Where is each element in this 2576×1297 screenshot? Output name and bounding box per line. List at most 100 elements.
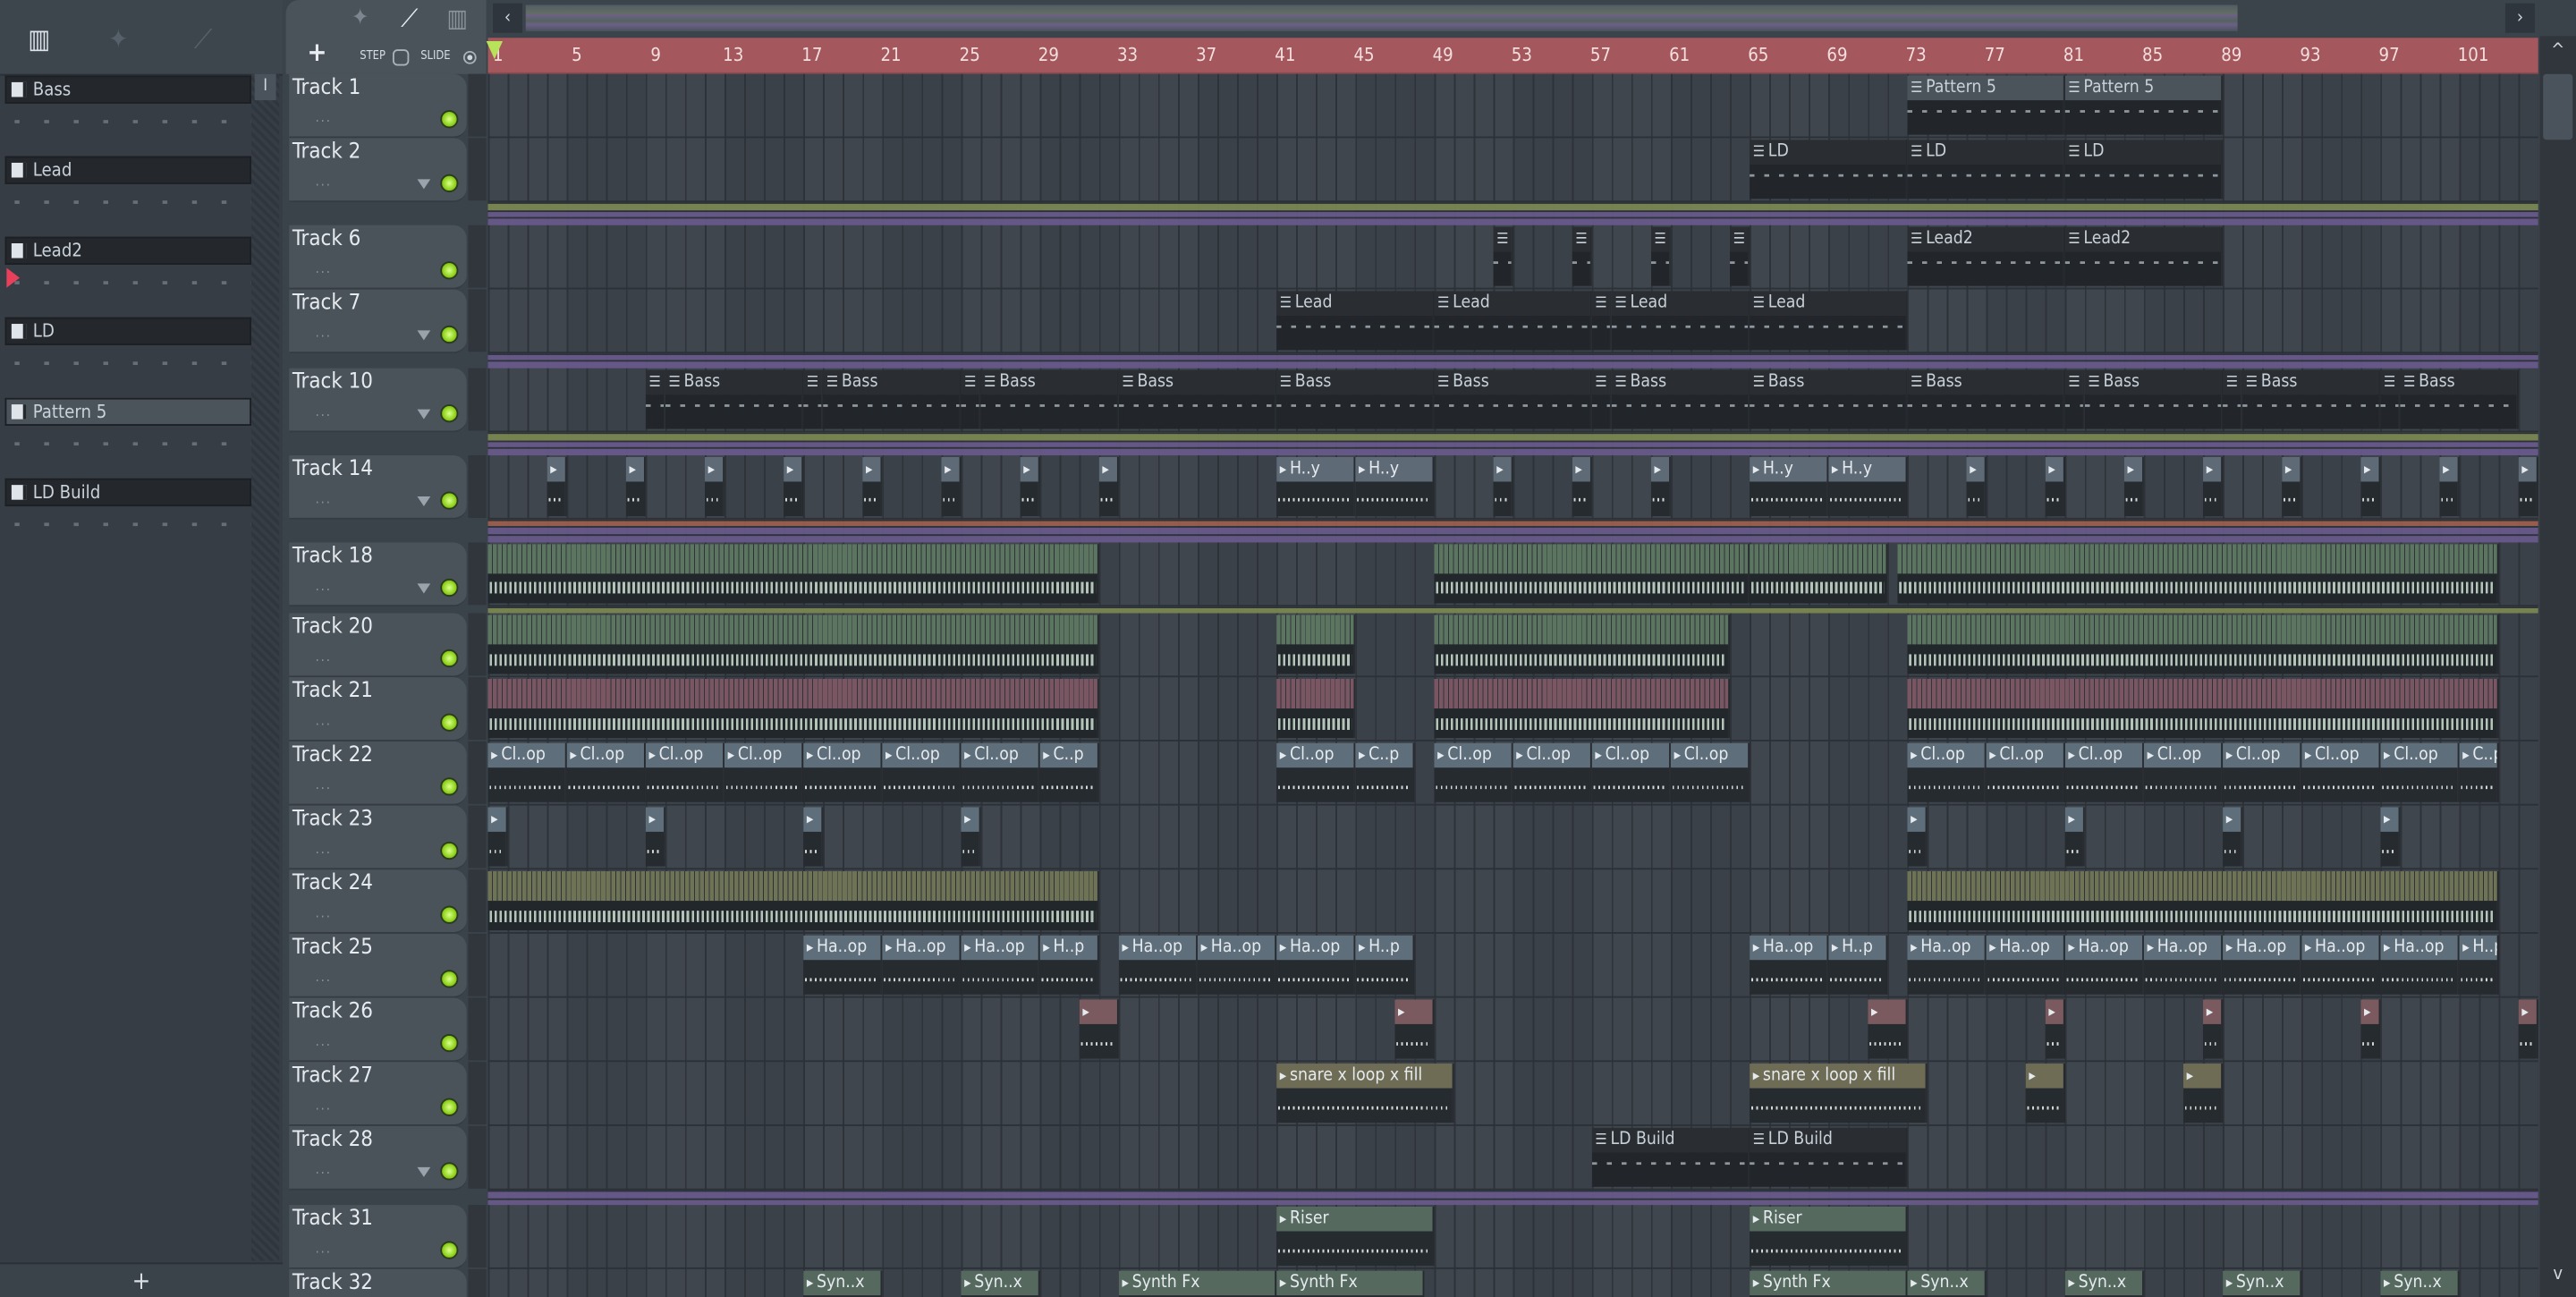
clip[interactable]: ▸ xyxy=(2518,456,2538,516)
clip[interactable]: ☰ Bass xyxy=(823,369,962,429)
track-lane[interactable]: ☰ Pattern 5 ☰ Pattern 5 xyxy=(487,74,2538,139)
collapsed-track-lane[interactable] xyxy=(487,534,2538,542)
collapsed-track-lane[interactable] xyxy=(487,352,2538,361)
dropdown-triangle-icon[interactable] xyxy=(417,1167,431,1178)
track-lane-handle[interactable] xyxy=(468,225,487,288)
clip[interactable] xyxy=(1434,615,1731,674)
collapsed-track-lane[interactable] xyxy=(487,432,2538,440)
track-options-dots[interactable]: ... xyxy=(316,649,332,665)
track-lane-handle[interactable] xyxy=(468,289,487,352)
clip[interactable]: ▸ Syn..x xyxy=(803,1271,883,1297)
clip[interactable]: ☰ xyxy=(1493,226,1513,286)
clip[interactable]: ▸ xyxy=(2380,807,2401,867)
clip[interactable]: ▸ xyxy=(2282,456,2302,516)
clip[interactable]: ▸ Cl..op xyxy=(1434,743,1513,803)
clip[interactable] xyxy=(1897,543,2499,603)
track-lane-handle[interactable] xyxy=(468,73,487,137)
track-lane[interactable]: ▸ Riser ▸ Riser xyxy=(487,1206,2538,1270)
track-enable-led[interactable] xyxy=(440,404,459,423)
clip[interactable] xyxy=(1907,615,2499,674)
clip[interactable]: ☰ Lead2 xyxy=(1907,226,2065,286)
clip[interactable] xyxy=(1907,871,2499,931)
track-lane[interactable]: ☰ Lead ☰ Lead ☰ ☰ Lead ☰ Lead xyxy=(487,289,2538,353)
track-header[interactable]: Track 24... xyxy=(289,869,467,935)
clip[interactable]: ▸ Cl..op xyxy=(1670,743,1750,803)
track-options-dots[interactable]: ... xyxy=(316,778,332,793)
track-name[interactable]: Track 27 xyxy=(292,1064,373,1089)
track-options-dots[interactable]: ... xyxy=(316,491,332,506)
clip[interactable]: ▸ Ha..op xyxy=(803,936,883,996)
clip[interactable]: ▸ snare x loop x fill xyxy=(1750,1064,1928,1123)
clip[interactable]: ▸ H..y xyxy=(1276,456,1356,516)
track-header[interactable]: Track 21... xyxy=(289,677,467,742)
collapsed-track-lane[interactable] xyxy=(487,519,2538,527)
clip[interactable]: ▸ Ha..op xyxy=(1118,936,1198,996)
clip[interactable]: ▸ Ha..op xyxy=(2143,936,2224,996)
clip[interactable]: ▸ H..y xyxy=(1750,456,1829,516)
track-header[interactable]: Track 23... xyxy=(289,805,467,870)
clip[interactable]: ▸ Cl..op xyxy=(1513,743,1592,803)
track-header[interactable]: Track 2... xyxy=(289,138,467,203)
track-header[interactable]: Track 6... xyxy=(289,225,467,290)
track-name[interactable]: Track 26 xyxy=(292,1000,373,1025)
track-options-dots[interactable]: ... xyxy=(316,1242,332,1257)
clip[interactable]: ▸ Cl..op xyxy=(1907,743,1987,803)
track-options-dots[interactable]: ... xyxy=(316,971,332,986)
clip[interactable]: ▸ Syn..x xyxy=(2380,1271,2460,1297)
clip[interactable]: ▸ H..y xyxy=(1355,456,1435,516)
clip[interactable]: ▸ xyxy=(1868,999,1908,1059)
clip[interactable]: ▸ Cl..op xyxy=(1591,743,1671,803)
track-lane[interactable] xyxy=(487,614,2538,678)
clip[interactable]: ☰ Lead xyxy=(1434,290,1592,351)
vertical-scrollbar[interactable] xyxy=(2539,36,2576,1297)
clip[interactable]: ▸C..p xyxy=(1355,743,1415,803)
clip[interactable]: ☰ xyxy=(2380,369,2401,429)
clip[interactable]: ▸ xyxy=(1098,456,1119,516)
clip[interactable]: ☰ xyxy=(961,369,981,429)
track-lane[interactable]: ▸ Syn..x ▸ Syn..x ▸ Synth Fx ▸ Synth Fx ▸ Synth F… xyxy=(487,1269,2538,1297)
clip[interactable]: ☰ Bass xyxy=(1118,369,1277,429)
clip[interactable]: ▸ xyxy=(2203,456,2224,516)
clip[interactable]: ☰ xyxy=(2223,369,2243,429)
clip[interactable]: ☰ xyxy=(2064,369,2085,429)
track-lane-handle[interactable] xyxy=(468,677,487,741)
clip[interactable]: ▸ Ha..op xyxy=(2064,936,2144,996)
clip[interactable] xyxy=(487,543,1099,603)
clip[interactable]: ▸ xyxy=(2064,807,2085,867)
track-name[interactable]: Track 25 xyxy=(292,936,373,961)
track-enable-led[interactable] xyxy=(440,260,459,280)
clip[interactable]: ▸ Cl..op xyxy=(487,743,567,803)
track-header[interactable]: Track 22... xyxy=(289,742,467,806)
collapsed-track-lane[interactable] xyxy=(487,202,2538,210)
track-lane-handle[interactable] xyxy=(468,368,487,431)
clip[interactable]: ☰ Bass xyxy=(1434,369,1592,429)
dropdown-triangle-icon[interactable] xyxy=(417,409,431,420)
dropdown-triangle-icon[interactable] xyxy=(417,179,431,190)
clip[interactable]: ▸ Syn..x xyxy=(1907,1271,1987,1297)
track-lane[interactable] xyxy=(487,542,2538,606)
clip[interactable]: ▸ xyxy=(2045,999,2065,1059)
clip[interactable]: ▸ xyxy=(2182,1064,2224,1123)
track-lane-handle[interactable] xyxy=(468,1269,487,1297)
track-name[interactable]: Track 6 xyxy=(292,226,360,251)
clip[interactable]: ☰ Lead xyxy=(1611,290,1750,351)
clip[interactable]: ▸ Riser xyxy=(1276,1207,1435,1267)
clip[interactable]: ▸ Synth Fx xyxy=(1118,1271,1277,1297)
clip[interactable]: ▸C..p xyxy=(2459,743,2499,803)
clip[interactable]: ▸ Ha..op xyxy=(2301,936,2381,996)
clip[interactable]: ▸ Cl..op xyxy=(2223,743,2302,803)
track-enable-led[interactable] xyxy=(440,649,459,668)
clip[interactable]: ▸ xyxy=(941,456,962,516)
clip[interactable] xyxy=(487,679,1099,739)
track-name[interactable]: Track 21 xyxy=(292,679,373,704)
clip[interactable]: ▸H..p xyxy=(2459,936,2499,996)
track-options-dots[interactable]: ... xyxy=(316,174,332,190)
clip[interactable]: ☰ Pattern 5 xyxy=(2064,75,2224,135)
track-lane[interactable]: ▸ ▸ ▸ ▸ ▸ ▸ ▸ xyxy=(487,998,2538,1063)
track-lane-handle[interactable] xyxy=(468,805,487,869)
track-enable-led[interactable] xyxy=(440,1098,459,1117)
clip[interactable]: ☰ LD xyxy=(1907,140,2065,199)
vertical-scroll-thumb[interactable] xyxy=(2543,73,2573,140)
track-enable-led[interactable] xyxy=(440,174,459,193)
track-enable-led[interactable] xyxy=(440,713,459,733)
